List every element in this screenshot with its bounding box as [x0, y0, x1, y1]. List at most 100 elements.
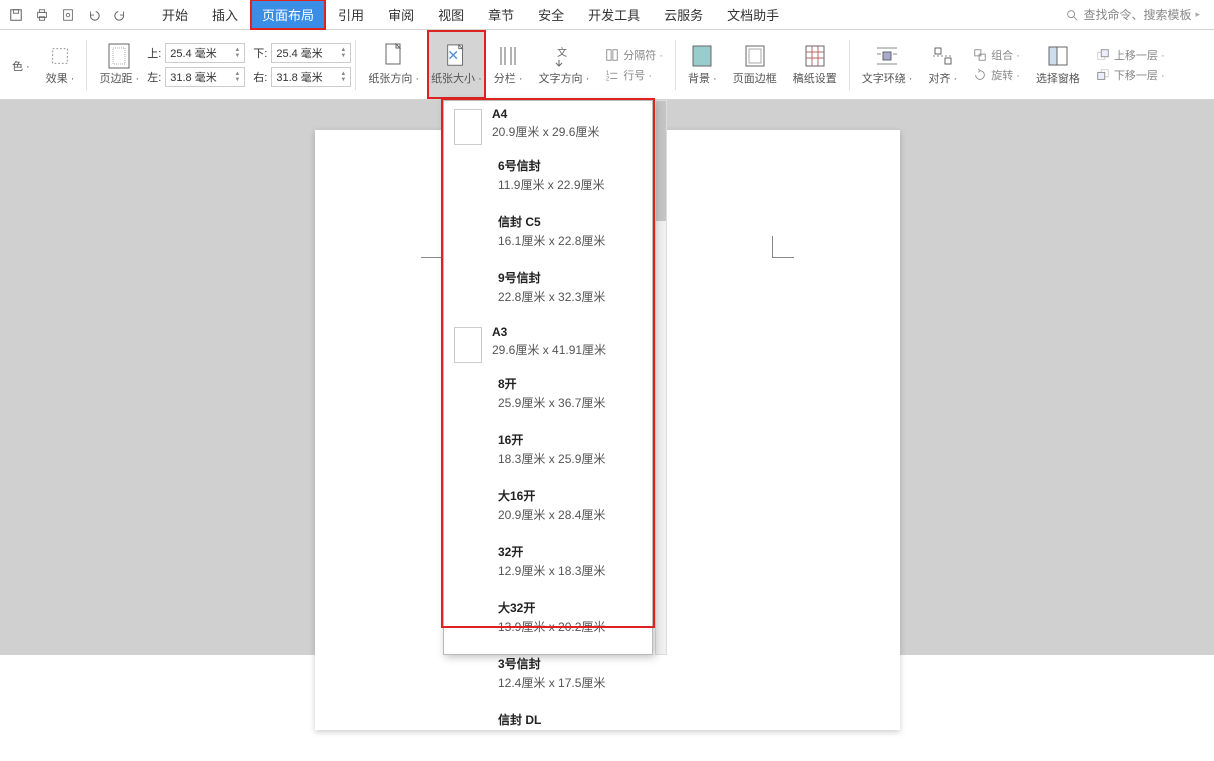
paper-name: 大16开 — [498, 487, 605, 504]
margin-top-label: 上: — [147, 45, 161, 61]
paper-size-option[interactable]: 3号信封 12.4厘米 x 17.5厘米 — [444, 649, 652, 705]
paper-dimensions: 16.1厘米 x 22.8厘米 — [498, 232, 605, 249]
margins[interactable]: 页边距 · — [91, 30, 147, 99]
margin-left-input[interactable]: 31.8 毫米▲▼ — [165, 67, 245, 87]
preview-icon[interactable] — [58, 5, 78, 25]
page-size[interactable]: 纸张大小 · — [427, 30, 486, 99]
paper-size-option[interactable]: 大32开13.9厘米 x 20.2厘米 — [444, 593, 652, 649]
manuscript-label: 稿纸设置 — [793, 70, 837, 86]
effects-label: 效果 · — [46, 70, 75, 86]
paper-name: 3号信封 — [498, 655, 605, 672]
background-icon — [690, 44, 714, 68]
orientation-label: 纸张方向 · — [368, 70, 419, 86]
selpane-icon — [1046, 44, 1070, 68]
menu-start[interactable]: 开始 — [150, 0, 200, 30]
paper-name: 信封 C5 — [498, 213, 605, 230]
margin-bottom-input[interactable]: 25.4 毫米▲▼ — [271, 43, 351, 63]
text-wrap[interactable]: 文字环绕 · — [854, 30, 921, 99]
paper-size-option[interactable]: 32开12.9厘米 x 18.3厘米 — [444, 537, 652, 593]
paper-dimensions: 18.3厘米 x 25.9厘米 — [498, 450, 605, 467]
move-down[interactable]: 下移一层 · — [1096, 67, 1165, 83]
menu-cloud[interactable]: 云服务 — [652, 0, 715, 30]
effects[interactable]: 效果 · — [38, 30, 83, 99]
margin-bottom-label: 下: — [253, 45, 267, 61]
dropdown-scrollbar[interactable] — [655, 100, 667, 655]
columns[interactable]: 分栏 · — [486, 30, 531, 99]
theme-color-label: 色 · — [12, 58, 30, 74]
breaks-group: 分隔符 · 12行号 · — [597, 30, 671, 99]
paper-icon — [454, 109, 482, 145]
menu-dochelper[interactable]: 文档助手 — [715, 0, 791, 30]
paper-name: 大32开 — [498, 599, 605, 616]
wrap-label: 文字环绕 · — [862, 70, 913, 86]
print-icon[interactable] — [32, 5, 52, 25]
paper-size-option[interactable]: 8开25.9厘米 x 36.7厘米 — [444, 369, 652, 425]
manuscript-icon — [803, 44, 827, 68]
menu-insert[interactable]: 插入 — [200, 0, 250, 30]
menu-devtools[interactable]: 开发工具 — [576, 0, 652, 30]
rotate-group: 组合 · 旋转 · — [965, 30, 1028, 99]
menu-reference[interactable]: 引用 — [326, 0, 376, 30]
selpane-label: 选择窗格 — [1036, 70, 1080, 86]
paper-name: 信封 DL — [498, 711, 541, 728]
textdir-label: 文字方向 · — [539, 70, 590, 86]
columns-icon — [496, 44, 520, 68]
menu-view[interactable]: 视图 — [426, 0, 476, 30]
paper-size-option[interactable]: 16开18.3厘米 x 25.9厘米 — [444, 425, 652, 481]
columns-label: 分栏 · — [494, 70, 523, 86]
group-btn[interactable]: 组合 · — [973, 47, 1020, 63]
menu-pagelayout[interactable]: 页面布局 — [250, 0, 326, 30]
paper-size-option[interactable]: 大16开 20.9厘米 x 28.4厘米 — [444, 481, 652, 537]
paper-dimensions: 20.9厘米 x 28.4厘米 — [498, 506, 605, 523]
search-box[interactable]: 查找命令、搜索模板 ▸ — [1065, 6, 1208, 23]
paper-name: A3 — [492, 325, 606, 339]
paper-size-option[interactable]: A420.9厘米 x 29.6厘米 — [444, 101, 652, 151]
margin-top-input[interactable]: 25.4 毫米▲▼ — [165, 43, 245, 63]
background-label: 背景 · — [688, 70, 717, 86]
textdir-icon: 文 — [552, 44, 576, 68]
text-direction[interactable]: 文 文字方向 · — [531, 30, 598, 99]
margin-right-input[interactable]: 31.8 毫米▲▼ — [271, 67, 351, 87]
orientation[interactable]: 纸张方向 · — [360, 30, 427, 99]
menu-review[interactable]: 审阅 — [376, 0, 426, 30]
menu-bar: 开始 插入 页面布局 引用 审阅 视图 章节 安全 开发工具 云服务 文档助手 — [150, 0, 791, 30]
quick-access — [6, 5, 130, 25]
menu-chapter[interactable]: 章节 — [476, 0, 526, 30]
svg-text:2: 2 — [606, 75, 610, 82]
paper-size-option[interactable]: A329.6厘米 x 41.91厘米 — [444, 319, 652, 369]
paper-name: 6号信封 — [498, 157, 605, 174]
theme-color[interactable]: 色 · — [4, 30, 38, 99]
effects-icon — [48, 44, 72, 68]
margins-grid: 上: 25.4 毫米▲▼ 下: 25.4 毫米▲▼ 左: 31.8 毫米▲▼ 右… — [147, 43, 351, 87]
scrollbar-thumb[interactable] — [656, 101, 666, 221]
paper-size-option[interactable]: 信封 C5 16.1厘米 x 22.8厘米 — [444, 207, 652, 263]
align-icon — [931, 44, 955, 68]
page-border[interactable]: 页面边框 — [725, 30, 785, 99]
move-up[interactable]: 上移一层 · — [1096, 47, 1165, 63]
svg-text:文: 文 — [557, 46, 567, 59]
align[interactable]: 对齐 · — [920, 30, 965, 99]
orientation-icon — [382, 44, 406, 68]
redo-icon[interactable] — [110, 5, 130, 25]
menu-security[interactable]: 安全 — [526, 0, 576, 30]
paper-dimensions: 12.4厘米 x 17.5厘米 — [498, 674, 605, 691]
paper-icon — [454, 327, 482, 363]
save-icon[interactable] — [6, 5, 26, 25]
ribbon: 色 · 效果 · 页边距 · 上: 25.4 毫米▲▼ 下: 25.4 毫米▲▼… — [0, 30, 1214, 100]
margins-icon — [107, 44, 131, 68]
paper-size-option[interactable]: 9号信封22.8厘米 x 32.3厘米 — [444, 263, 652, 319]
rotate-btn[interactable]: 旋转 · — [973, 67, 1020, 83]
margins-label: 页边距 · — [99, 70, 139, 86]
undo-icon[interactable] — [84, 5, 104, 25]
margin-right-label: 右: — [253, 69, 267, 85]
manuscript[interactable]: 稿纸设置 — [785, 30, 845, 99]
page-size-dropdown: A420.9厘米 x 29.6厘米6号信封11.9厘米 x 22.9厘米信封 C… — [443, 100, 653, 655]
paper-size-option[interactable]: 信封 DL — [444, 705, 652, 761]
layer-group: 上移一层 · 下移一层 · — [1088, 30, 1173, 99]
paper-size-option[interactable]: 6号信封11.9厘米 x 22.9厘米 — [444, 151, 652, 207]
breaks[interactable]: 分隔符 · — [605, 47, 663, 63]
line-numbers[interactable]: 12行号 · — [605, 67, 652, 83]
border-icon — [743, 44, 767, 68]
selection-pane[interactable]: 选择窗格 — [1028, 30, 1088, 99]
background[interactable]: 背景 · — [680, 30, 725, 99]
